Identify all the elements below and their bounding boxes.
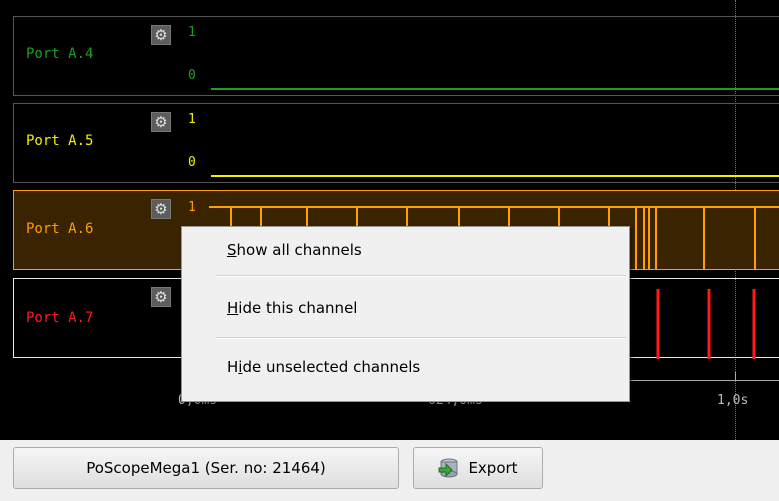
- device-button-label: PoScopeMega1 (Ser. no: 21464): [86, 459, 326, 477]
- level-low-label: 0: [188, 68, 196, 83]
- signal-trace: [211, 88, 779, 90]
- export-button[interactable]: Export: [413, 447, 543, 489]
- menu-item-mnemonic: i: [238, 358, 243, 376]
- menu-item-hide-unselected-channels[interactable]: Hide unselected channels: [227, 358, 420, 376]
- export-icon: [438, 457, 460, 479]
- channel-label: Port A.6: [26, 221, 94, 237]
- axis-tick-label: 1,0s: [717, 393, 749, 408]
- gear-icon[interactable]: ⚙: [151, 25, 171, 45]
- level-low-label: 0: [188, 155, 196, 170]
- gear-icon[interactable]: ⚙: [151, 287, 171, 307]
- menu-item-mnemonic: S: [227, 241, 237, 259]
- level-high-label: 1: [188, 25, 196, 40]
- signal-trace: [211, 175, 779, 177]
- channel-row-a4[interactable]: Port A.4 ⚙ 1 0: [13, 16, 779, 96]
- device-button[interactable]: PoScopeMega1 (Ser. no: 21464): [13, 447, 399, 489]
- gear-icon[interactable]: ⚙: [151, 112, 171, 132]
- channel-label: Port A.4: [26, 46, 94, 62]
- context-menu: Show all channels Hide this channel Hide…: [181, 226, 630, 402]
- menu-separator: [216, 337, 626, 339]
- channel-label: Port A.5: [26, 133, 94, 149]
- channel-label: Port A.7: [26, 310, 94, 326]
- menu-item-show-all-channels[interactable]: Show all channels: [227, 241, 362, 259]
- export-button-label: Export: [468, 459, 518, 477]
- channel-row-a5[interactable]: Port A.5 ⚙ 1 0: [13, 103, 779, 183]
- menu-item-mnemonic: H: [227, 299, 239, 317]
- level-high-label: 1: [188, 112, 196, 127]
- gear-icon[interactable]: ⚙: [151, 199, 171, 219]
- axis-tick: [735, 372, 736, 381]
- level-high-label: 1: [188, 200, 196, 215]
- menu-separator: [216, 275, 626, 277]
- menu-item-hide-this-channel[interactable]: Hide this channel: [227, 299, 357, 317]
